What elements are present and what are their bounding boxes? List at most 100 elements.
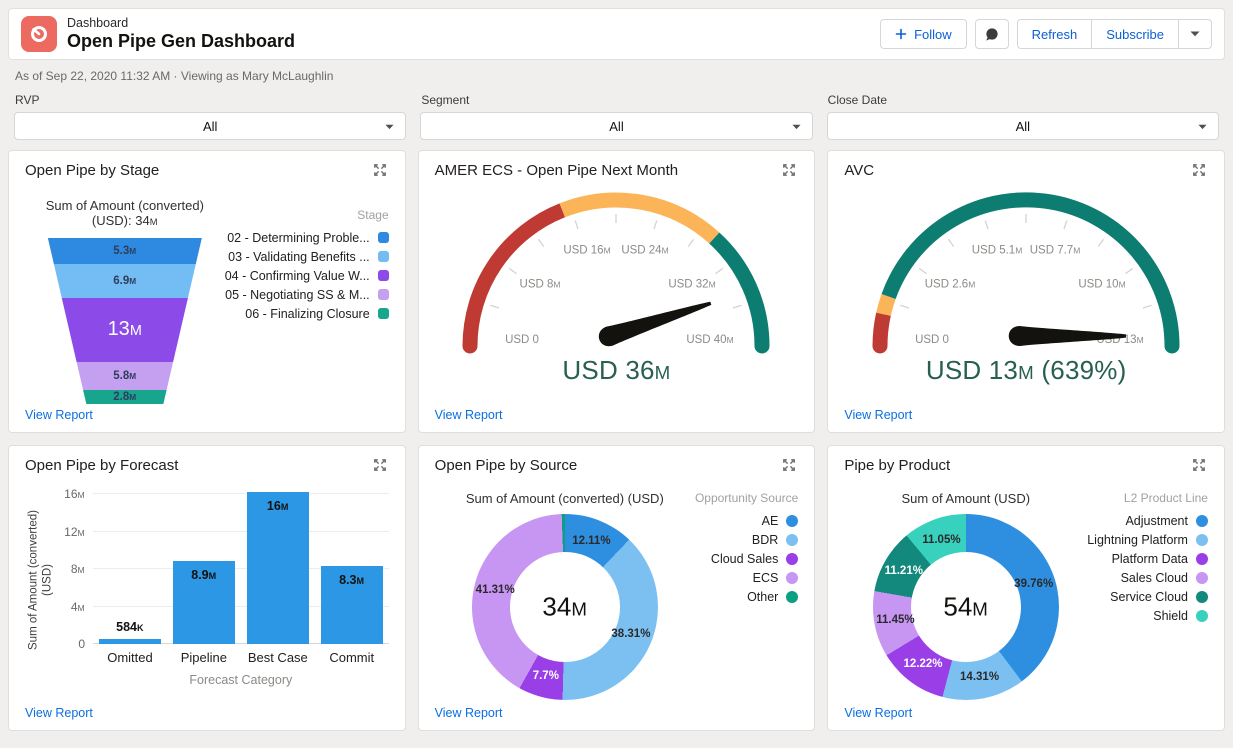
more-actions-button[interactable] [1178,19,1212,49]
svg-text:USD 0: USD 0 [915,334,949,346]
legend-swatch [1196,534,1208,546]
card-title: Open Pipe by Forecast [25,456,178,476]
close-date-filter-select[interactable]: All [827,112,1219,140]
bar-value-label: 584K [116,620,144,634]
gauge-value: USD 13M (639%) [926,355,1127,386]
funnel-segment[interactable]: 6.9M [48,264,202,298]
expand-icon[interactable] [371,161,389,184]
legend-item[interactable]: 05 - Negotiating SS & M... [225,285,389,304]
bar-value-label: 8.9M [191,568,216,582]
chevron-down-icon [1198,124,1207,130]
segment-filter-select[interactable]: All [420,112,812,140]
funnel-segment[interactable]: 5.3M [48,238,202,264]
donut-slice-label: 11.05% [922,534,960,546]
chart-title: Sum of Amount (converted) (USD): 34M [25,198,225,228]
x-axis-title: Forecast Category [93,673,389,687]
card-avc: AVC USD 0USD 2.6MUSD 5.1MUSD 7.7MUSD 10M… [827,150,1225,433]
donut-slice-label: 11.45% [876,614,914,626]
expand-icon[interactable] [780,456,798,479]
legend-swatch [786,534,798,546]
legend-item[interactable]: Sales Cloud [1121,568,1208,587]
svg-text:USD 10M: USD 10M [1078,279,1125,291]
legend-swatch [1196,515,1208,527]
legend-swatch [786,553,798,565]
donut-slice-label: 12.22% [904,658,943,670]
legend-swatch [786,515,798,527]
legend-item[interactable]: Shield [1153,606,1208,625]
chart-title: Sum of Amount (USD) [901,491,1030,506]
donut-center-value: 54M [943,592,988,623]
y-tick-label: 4M [71,600,85,614]
expand-icon[interactable] [780,161,798,184]
legend-swatch [378,232,389,243]
legend-item[interactable]: AE [762,511,799,530]
filter-bar: RVP All Segment All Close Date All [0,83,1233,140]
donut-chart[interactable]: 54M 39.76%14.31%12.22%11.45%11.21%11.05% [873,514,1059,700]
chevron-down-icon [792,124,801,130]
subscribe-button[interactable]: Subscribe [1091,19,1178,49]
legend-title: L2 Product Line [1124,491,1208,511]
legend-swatch [1196,553,1208,565]
expand-icon[interactable] [1190,456,1208,479]
expand-icon[interactable] [371,456,389,479]
view-report-link[interactable]: View Report [844,706,912,722]
legend-item[interactable]: BDR [752,530,798,549]
donut-slice-label: 39.76% [1014,578,1053,590]
legend-item[interactable]: Adjustment [1125,511,1208,530]
expand-icon[interactable] [1190,161,1208,184]
view-report-link[interactable]: View Report [844,408,912,424]
legend-swatch [1196,591,1208,603]
bar-value-label: 16M [267,499,289,513]
svg-text:USD 24M: USD 24M [622,245,669,257]
object-label: Dashboard [67,16,295,31]
bar[interactable] [247,492,309,644]
legend-title: Opportunity Source [695,491,798,511]
funnel-legend: Stage 02 - Determining Proble... 03 - Va… [225,208,389,408]
legend-swatch [378,308,389,319]
funnel-segment[interactable]: 2.8M [48,390,202,404]
donut-chart[interactable]: 34M 12.11%38.31%7.7%41.31% [472,514,658,700]
legend-item[interactable]: Platform Data [1112,549,1208,568]
legend-item[interactable]: 04 - Confirming Value W... [225,266,389,285]
svg-text:USD 32M: USD 32M [669,279,716,291]
legend-item[interactable]: 02 - Determining Proble... [227,228,388,247]
chevron-down-icon [1190,31,1200,37]
legend-item[interactable]: Service Cloud [1110,587,1208,606]
funnel-chart[interactable]: 5.3M6.9M13M5.8M2.8M [48,238,202,404]
card-open-pipe-by-source: Open Pipe by Source Sum of Amount (conve… [418,445,816,731]
svg-text:USD 40M: USD 40M [687,334,734,346]
view-report-link[interactable]: View Report [435,408,503,424]
card-title: Pipe by Product [844,456,950,476]
follow-button[interactable]: Follow [880,19,967,49]
legend-item[interactable]: Cloud Sales [711,549,798,568]
refresh-button[interactable]: Refresh [1017,19,1092,49]
funnel-segment[interactable]: 5.8M [48,362,202,390]
legend-swatch [378,251,389,262]
card-title: AVC [844,161,874,181]
svg-text:USD 8M: USD 8M [520,279,561,291]
funnel-segment[interactable]: 13M [48,298,202,362]
y-tick-label: 12M [64,525,85,539]
view-report-link[interactable]: View Report [25,706,93,722]
svg-text:USD 5.1M: USD 5.1M [972,245,1023,257]
donut-slice-label: 14.31% [960,671,999,683]
card-pipe-by-product: Pipe by Product Sum of Amount (USD) 54M … [827,445,1225,731]
view-report-link[interactable]: View Report [435,706,503,722]
view-report-link[interactable]: View Report [25,408,93,424]
y-tick-label: 16M [64,487,85,501]
legend-item[interactable]: Other [747,587,798,606]
card-title: Open Pipe by Stage [25,161,159,181]
legend-item[interactable]: ECS [753,568,799,587]
donut-slice-label: 38.31% [611,628,650,640]
legend-swatch [1196,572,1208,584]
speech-bubble-button[interactable] [975,19,1009,49]
legend-item[interactable]: Lightning Platform [1087,530,1208,549]
legend-item[interactable]: 03 - Validating Benefits ... [228,247,389,266]
legend-swatch [786,591,798,603]
donut-slice-label: 41.31% [476,584,515,596]
rvp-filter-select[interactable]: All [14,112,406,140]
bar-chart[interactable]: 584K8.9M16M8.3M [93,489,389,644]
legend-item[interactable]: 06 - Finalizing Closure [245,304,388,323]
dashboard-icon [21,16,57,52]
bar[interactable] [99,639,161,644]
